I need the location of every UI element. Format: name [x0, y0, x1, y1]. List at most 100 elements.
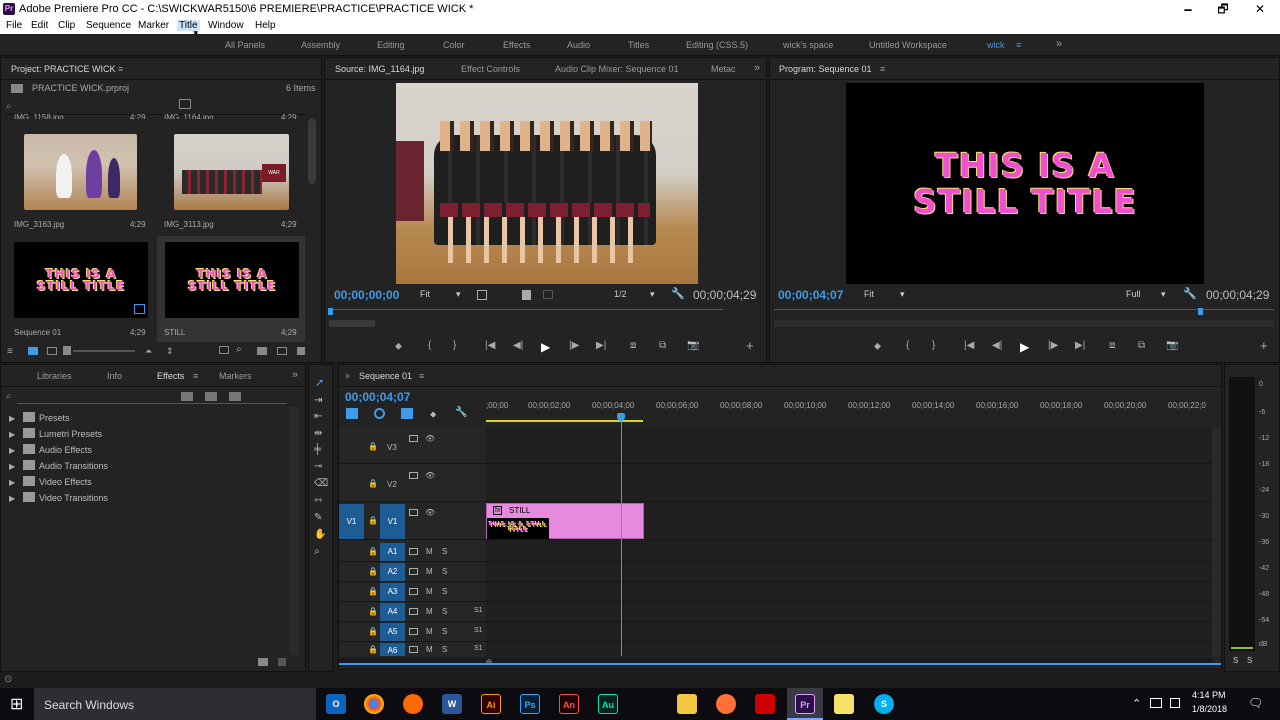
track-label-a4[interactable]: A4 [380, 603, 405, 621]
app-icon[interactable] [638, 694, 658, 714]
source-playhead-timecode[interactable]: 00;00;00;00 [334, 288, 399, 302]
sort-icon[interactable]: ⏶ [145, 346, 152, 357]
step-back-button[interactable]: ◀| [992, 340, 1002, 351]
project-item-thumbnail[interactable] [24, 134, 137, 210]
extract-button[interactable]: ⧉ [1138, 340, 1145, 351]
sync-lock-icon[interactable] [409, 608, 418, 615]
workspace-color[interactable]: Color [443, 40, 465, 50]
workspace-wick[interactable]: wick [987, 40, 1005, 50]
mute-button[interactable]: M [426, 645, 433, 654]
menu-clip[interactable]: Clip [58, 20, 75, 31]
expand-arrow-icon[interactable]: ▶ [9, 430, 15, 439]
lock-icon[interactable]: 🔒 [368, 442, 378, 451]
lock-icon[interactable]: 🔒 [368, 627, 378, 636]
sequence-tab-menu-icon[interactable]: ≡ [419, 371, 424, 381]
chrome-app-icon[interactable] [364, 694, 384, 714]
icon-view-icon[interactable] [28, 347, 38, 355]
button-editor-add-icon[interactable]: + [1260, 338, 1268, 353]
maximize-button[interactable]: 🗗 [1205, 0, 1241, 18]
volume-icon[interactable] [1170, 698, 1180, 708]
effects-tab[interactable]: Effects [157, 371, 184, 381]
slip-tool-icon[interactable]: ⌫ [314, 478, 328, 489]
premiere-app-icon[interactable]: Pr [795, 694, 815, 714]
paint-app-icon[interactable] [403, 694, 423, 714]
lock-icon[interactable]: 🔒 [368, 547, 378, 556]
lift-button[interactable]: ⧈ [1109, 340, 1115, 351]
find-icon[interactable]: ⌕ [236, 344, 242, 355]
action-center-icon[interactable]: 🗨 [1248, 696, 1263, 710]
pen-tool-icon[interactable]: ✎ [314, 512, 322, 523]
workspace-audio[interactable]: Audio [567, 40, 590, 50]
panel-overflow-icon[interactable]: » [292, 369, 298, 381]
workspace-overflow-icon[interactable]: » [1056, 38, 1062, 50]
lock-icon[interactable]: 🔒 [368, 516, 378, 525]
outlook-app-icon[interactable]: O [326, 694, 346, 714]
go-to-out-button[interactable]: ▶| [1075, 340, 1085, 351]
source-resolution-dropdown[interactable]: 1/2 [614, 289, 627, 299]
effects-folder-audio-effects[interactable]: Audio Effects [39, 445, 92, 455]
program-fit-dropdown[interactable]: Fit [864, 289, 874, 299]
nest-toggle-icon[interactable] [346, 408, 358, 419]
add-marker-icon[interactable]: ⬥ [430, 409, 436, 420]
delete-custom-item-icon[interactable] [278, 658, 286, 666]
track-label-a3[interactable]: A3 [380, 583, 405, 601]
program-playhead-timecode[interactable]: 00;00;04;07 [778, 288, 843, 302]
effects-folder-lumetri-presets[interactable]: Lumetri Presets [39, 429, 102, 439]
workspace-assembly[interactable]: Assembly [301, 40, 340, 50]
insert-overwrite-icon[interactable] [477, 290, 487, 300]
snap-icon[interactable] [374, 408, 385, 419]
overwrite-button[interactable]: ⧉ [659, 340, 666, 351]
project-item-thumbnail[interactable]: WAR [174, 134, 289, 210]
wrench-icon[interactable]: 🔧 [671, 287, 685, 300]
scrollbar-thumb[interactable] [308, 118, 316, 184]
new-bin-icon[interactable] [179, 99, 191, 109]
workspace-wicks-space[interactable]: wick's space [783, 40, 833, 50]
effects-search-input[interactable] [17, 403, 287, 404]
go-to-in-button[interactable]: |◀ [485, 340, 495, 351]
yuv-effects-icon[interactable] [229, 392, 241, 401]
add-marker-button[interactable]: ⬥ [874, 341, 881, 352]
project-tab[interactable]: Project: PRACTICE WICK [11, 64, 116, 74]
effects-folder-audio-transitions[interactable]: Audio Transitions [39, 461, 108, 471]
zoom-tool-icon[interactable]: ⌕ [314, 546, 320, 557]
time-ruler[interactable]: ;00;00 00;00;02;00 00;00;04;00 00;00;06;… [486, 387, 1212, 427]
selection-tool-icon[interactable]: ➚ [315, 376, 324, 389]
source-time-ruler[interactable] [329, 309, 723, 310]
taskbar-search-box[interactable]: Search Windows [34, 688, 316, 720]
minimize-button[interactable]: 🗕 [1170, 0, 1206, 18]
menu-window[interactable]: Window [208, 20, 244, 31]
wrench-icon[interactable]: 🔧 [1183, 287, 1197, 300]
project-item-thumbnail[interactable]: THIS IS A STILL TITLE [165, 242, 299, 318]
program-tab[interactable]: Program: Sequence 01 [779, 64, 872, 74]
lock-icon[interactable]: 🔒 [368, 607, 378, 616]
audio-clip-mixer-tab[interactable]: Audio Clip Mixer: Sequence 01 [555, 64, 679, 74]
solo-button[interactable]: S [442, 645, 447, 654]
search-icon[interactable]: ⌕ [6, 101, 12, 112]
sync-lock-icon[interactable] [409, 628, 418, 635]
new-custom-bin-icon[interactable] [258, 658, 268, 666]
project-tab-menu-icon[interactable]: ≡ [118, 64, 123, 74]
mute-button[interactable]: M [426, 607, 433, 616]
metadata-tab[interactable]: Metac [711, 64, 736, 74]
workspace-effects[interactable]: Effects [503, 40, 530, 50]
trash-icon[interactable] [297, 347, 305, 355]
drag-audio-icon[interactable] [543, 290, 553, 299]
illustrator-app-icon[interactable]: Ai [481, 694, 501, 714]
go-to-in-button[interactable]: |◀ [964, 340, 974, 351]
sync-lock-icon[interactable] [409, 646, 418, 653]
track-select-tool-icon[interactable]: ⇥ [314, 395, 322, 406]
acrobat-app-icon[interactable] [755, 694, 775, 714]
program-zoom-bar[interactable] [774, 320, 1274, 327]
lock-icon[interactable]: 🔒 [368, 479, 378, 488]
dropdown-arrow-icon[interactable]: ▾ [456, 289, 461, 300]
libraries-tab[interactable]: Libraries [37, 371, 72, 381]
program-tab-menu-icon[interactable]: ≡ [880, 64, 885, 74]
accelerated-effects-icon[interactable] [181, 392, 193, 401]
animate-app-icon[interactable]: An [559, 694, 579, 714]
workspace-menu-icon[interactable]: ≡ [1016, 40, 1021, 50]
workspace-editing[interactable]: Editing [377, 40, 405, 50]
network-icon[interactable] [1150, 698, 1162, 708]
automate-to-sequence-icon[interactable] [219, 346, 229, 354]
solo-left-button[interactable]: S [1233, 656, 1238, 665]
add-marker-button[interactable]: ⬥ [395, 341, 402, 352]
